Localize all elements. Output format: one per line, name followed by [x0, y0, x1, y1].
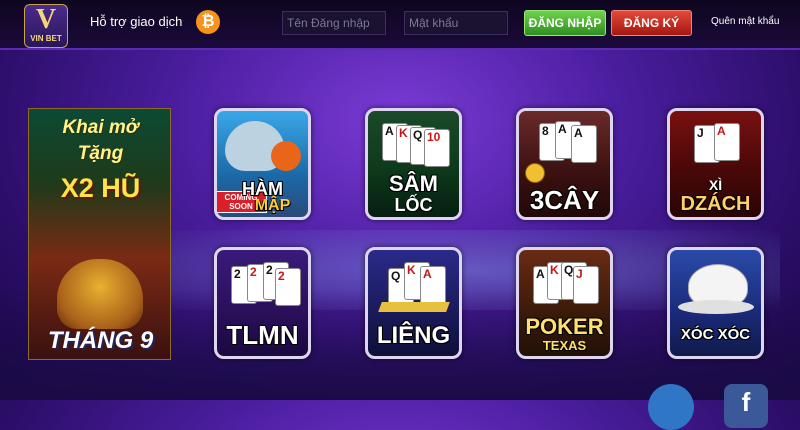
anglerfish-icon [271, 141, 301, 171]
plate-icon [678, 300, 754, 314]
game-title: XÌ [708, 177, 723, 193]
game-tile-tlmn[interactable]: 2 2 2 2 TLMN [214, 247, 311, 359]
cards-icon: A K Q 10 [382, 123, 450, 175]
register-button[interactable]: ĐĂNG KÝ [611, 10, 692, 36]
game-tile-poker-texas[interactable]: A K Q J POKER TEXAS [516, 247, 613, 359]
logo-letter: V [35, 4, 57, 35]
cards-icon: A K Q J [533, 262, 599, 314]
support-label[interactable]: Hỗ trợ giao dịch [90, 14, 182, 29]
game-tile-lieng[interactable]: Q K A LIÊNG [365, 247, 462, 359]
promo-banner[interactable]: Khai mở Tặng X2 HŨ THÁNG 9 [28, 108, 171, 360]
game-subtitle: TEXAS [542, 338, 587, 353]
cards-icon: J A [684, 123, 750, 175]
bitcoin-icon[interactable]: ₿ [196, 10, 220, 34]
username-input[interactable] [282, 11, 386, 35]
jackpot-jar-icon [57, 259, 143, 329]
game-tile-xi-dzach[interactable]: J A XÌ DZÁCH [667, 108, 764, 220]
gold-bar-icon [378, 302, 450, 312]
game-tile-xoc-xoc[interactable]: XÓC XÓC [667, 247, 764, 359]
vinbet-logo[interactable]: V VIN BET [24, 4, 68, 48]
login-button[interactable]: ĐĂNG NHẬP [524, 10, 606, 36]
cards-icon: 2 2 2 2 [231, 262, 301, 314]
logo-brand: VIN BET [30, 34, 62, 43]
game-title: XÓC XÓC [680, 326, 751, 343]
game-tile-sam-loc[interactable]: A K Q 10 SÂM LỐC [365, 108, 462, 220]
game-subtitle: DZÁCH [680, 193, 751, 215]
game-subtitle: LỐC [394, 195, 433, 215]
game-title: SÂM [389, 171, 438, 196]
game-title: POKER [525, 314, 604, 339]
coin-icon [525, 163, 545, 183]
forgot-password-link[interactable]: Quên mật khẩu [711, 16, 779, 27]
facebook-icon[interactable]: f [724, 384, 768, 428]
game-tile-3-cay[interactable]: 8 A A 3CÂY [516, 108, 613, 220]
game-subtitle: MẬP [254, 197, 291, 214]
password-input[interactable] [404, 11, 508, 35]
promo-line-4: THÁNG 9 [47, 327, 154, 354]
promo-line-3: X2 HŨ [60, 173, 141, 203]
top-bar: V VIN BET Hỗ trợ giao dịch ₿ ĐĂNG NHẬP Đ… [0, 0, 800, 50]
game-title: TLMN [226, 320, 299, 350]
promo-line-1: Khai mở [62, 117, 139, 138]
chat-icon[interactable] [648, 384, 694, 430]
promo-line-2: Tặng [77, 143, 124, 164]
game-title: LIÊNG [376, 322, 451, 349]
game-tile-ham-map[interactable]: COMING SOON HÀM MẬP [214, 108, 311, 220]
game-title: 3CÂY [529, 185, 600, 215]
